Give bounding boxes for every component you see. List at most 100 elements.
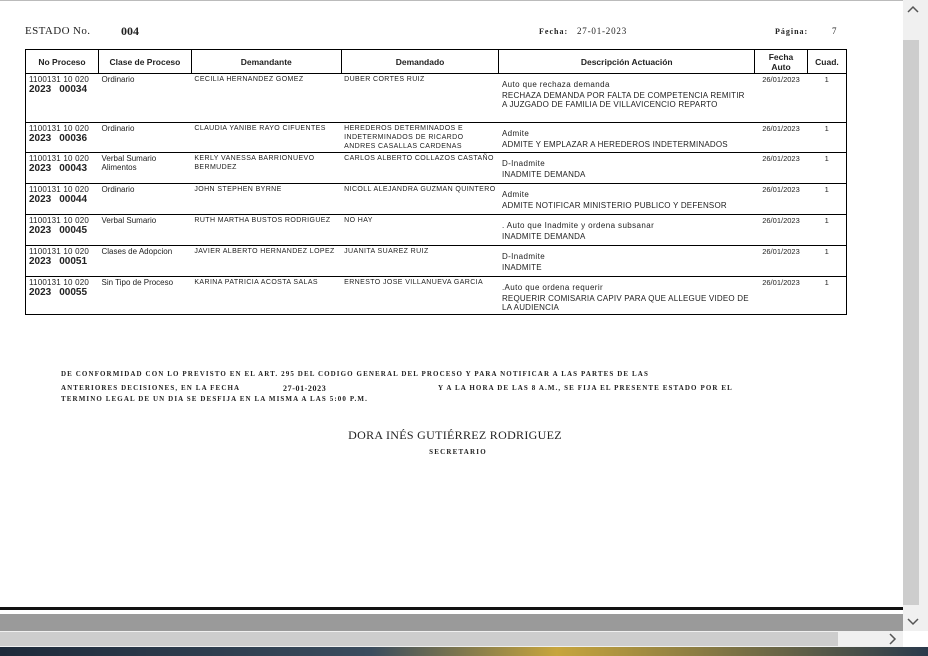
footer-line-2b: Y A LA HORA DE LAS 8 A.M., SE FIJA EL PR… xyxy=(438,384,733,392)
proceso-code: 1100131 10 020 xyxy=(29,247,90,256)
col-header-proceso: No Proceso xyxy=(25,49,99,74)
col-header-fecha-line1: Fecha xyxy=(768,51,794,62)
proceso-year: 2023 xyxy=(29,225,52,236)
cell-fecha-auto: 26/01/2023 xyxy=(754,276,808,315)
cell-cuad: 1 xyxy=(807,245,848,277)
clase-text: Ordinario xyxy=(101,124,135,133)
demandado-text: DUBER CORTES RUIZ xyxy=(344,76,425,83)
demandado-text: NICOLL ALEJANDRA GUZMAN QUINTERO xyxy=(344,186,496,193)
proceso-year: 2023 xyxy=(29,194,52,205)
demandante-text: JAVIER ALBERTO HERNANDEZ LOPEZ xyxy=(194,248,335,255)
actuacion-detail: INADMITE DEMANDA xyxy=(501,232,586,241)
taskbar-strip xyxy=(0,647,928,656)
footer-line-3: TERMINO LEGAL DE UN DIA SE DESFIJA EN LA… xyxy=(61,395,368,403)
cell-fecha-auto: 26/01/2023 xyxy=(754,183,808,215)
cell-clase: Clases de Adopcion xyxy=(98,245,192,277)
proceso-number: 2023 00034 xyxy=(29,85,95,95)
actuacion-title: Admite xyxy=(501,129,530,138)
table-row: 1100131 10 020 2023 00051 Clases de Adopcio… xyxy=(25,245,848,277)
actuacion-detail: REQUERIR COMISARIA CAPIV PARA QUE ALLEGU… xyxy=(501,294,749,312)
cell-clase: Ordinario xyxy=(98,183,192,215)
proceso-code: 1100131 10 020 xyxy=(29,154,90,163)
cell-clase: Sin Tipo de Proceso xyxy=(98,276,192,315)
cell-proceso: 1100131 10 020 2023 00045 xyxy=(25,214,99,246)
cell-fecha-auto: 26/01/2023 xyxy=(754,214,808,246)
demandante-text: KERLY VANESSA BARRIONUEVO BERMUDEZ xyxy=(194,155,315,171)
proceso-year: 2023 xyxy=(29,256,52,267)
estado-number: 004 xyxy=(121,24,139,38)
cell-descripcion: Admite ADMITE NOTIFICAR MINISTERIO PUBLIC… xyxy=(498,183,755,215)
pagina-value: 7 xyxy=(832,26,837,36)
cell-demandante: KERLY VANESSA BARRIONUEVO BERMUDEZ xyxy=(191,152,342,184)
col-header-descripcion: Descripción Actuación xyxy=(498,49,756,74)
cell-fecha-auto: 26/01/2023 xyxy=(754,245,808,277)
table-row: 1100131 10 020 2023 00044 Ordinario JOHN STE… xyxy=(25,183,848,215)
cell-clase: Ordinario xyxy=(98,73,192,123)
cell-clase: Ordinario xyxy=(98,122,192,153)
vertical-scroll-thumb[interactable] xyxy=(903,40,919,605)
demandante-text: CLAUDIA YANIBE RAYO CIFUENTES xyxy=(194,125,326,132)
cell-descripcion: . Auto que Inadmite y ordena subsanar INA… xyxy=(498,214,755,246)
col-header-cuad: Cuad. xyxy=(806,49,848,74)
proceso-number: 2023 00043 xyxy=(29,164,95,174)
cell-proceso: 1100131 10 020 2023 00051 xyxy=(25,245,99,277)
actuacion-title: Admite xyxy=(501,190,530,199)
chevron-right-icon[interactable] xyxy=(882,629,902,649)
clase-text: Sin Tipo de Proceso xyxy=(101,278,174,287)
pagina-label: Página: xyxy=(775,27,809,36)
cell-demandante: JAVIER ALBERTO HERNANDEZ LOPEZ xyxy=(191,245,342,277)
horizontal-scroll-thumb[interactable] xyxy=(0,632,838,646)
chevron-down-icon[interactable] xyxy=(903,611,923,631)
demandante-text: CECILIA HERNANDEZ GOMEZ xyxy=(194,76,304,83)
cell-fecha-auto: 26/01/2023 xyxy=(754,122,808,153)
horizontal-scrollbar[interactable] xyxy=(0,631,903,647)
demandante-text: JOHN STEPHEN BYRNE xyxy=(194,186,282,193)
table-header-row: No Proceso Clase de Proceso Demandante D… xyxy=(25,49,848,74)
cell-demandado: CARLOS ALBERTO COLLAZOS CASTAÑO xyxy=(341,152,499,184)
cell-proceso: 1100131 10 020 2023 00043 xyxy=(25,152,99,184)
cell-cuad: 1 xyxy=(807,73,848,123)
col-header-fecha-line2: Auto xyxy=(771,61,791,72)
cell-demandado: JUANITA SUAREZ RUIZ xyxy=(341,245,499,277)
cell-cuad: 1 xyxy=(807,214,848,246)
footer-line-1: DE CONFORMIDAD CON LO PREVISTO EN EL ART… xyxy=(61,370,649,378)
cell-fecha-auto: 26/01/2023 xyxy=(754,152,808,184)
table-row: 1100131 10 020 2023 00045 Verbal Sumario RUT… xyxy=(25,214,848,246)
table-row: 1100131 10 020 2023 00043 Verbal Sumario Al… xyxy=(25,152,848,184)
signer-name: DORA INÉS GUTIÉRREZ RODRIGUEZ xyxy=(348,428,562,442)
cell-proceso: 1100131 10 020 2023 00034 xyxy=(25,73,99,123)
demandante-text: KARINA PATRICIA ACOSTA SALAS xyxy=(194,279,318,286)
proceso-number: 2023 00051 xyxy=(29,256,95,267)
cell-cuad: 1 xyxy=(807,152,848,184)
col-header-clase: Clase de Proceso xyxy=(97,49,192,74)
vertical-scrollbar[interactable] xyxy=(903,0,928,631)
actuacion-detail: ADMITE NOTIFICAR MINISTERIO PUBLICO Y DE… xyxy=(501,201,727,210)
cell-demandante: CECILIA HERNANDEZ GOMEZ xyxy=(191,73,342,123)
cell-demandado: DUBER CORTES RUIZ xyxy=(341,73,499,123)
proceso-number: 2023 00055 xyxy=(29,287,95,298)
table-row: 1100131 10 020 2023 00034 Ordinario CECILIA … xyxy=(25,73,848,123)
proceso-year: 2023 xyxy=(29,287,52,298)
cell-demandante: RUTH MARTHA BUSTOS RODRIGUEZ xyxy=(191,214,342,246)
col-header-demandante: Demandante xyxy=(190,49,342,74)
demandante-text: RUTH MARTHA BUSTOS RODRIGUEZ xyxy=(194,217,331,224)
proceso-code: 1100131 10 020 xyxy=(29,124,90,133)
demandado-text: CARLOS ALBERTO COLLAZOS CASTAÑO xyxy=(344,155,494,162)
proceso-radicado: 00051 xyxy=(59,256,88,267)
cell-demandado: NO HAY xyxy=(341,214,499,246)
actuacion-title: . Auto que Inadmite y ordena subsanar xyxy=(501,221,655,230)
fecha-value: 27-01-2023 xyxy=(577,26,627,36)
clase-text: Ordinario xyxy=(101,75,135,84)
estado-label: ESTADO No. xyxy=(25,25,91,37)
cell-cuad: 1 xyxy=(807,122,848,153)
actuacion-title: .Auto que ordena requerir xyxy=(501,283,604,292)
proceso-number: 2023 00044 xyxy=(29,194,95,205)
chevron-up-icon[interactable] xyxy=(903,0,923,20)
demandado-text: JUANITA SUAREZ RUIZ xyxy=(344,248,429,255)
clase-text: Ordinario xyxy=(101,185,135,194)
actuacion-detail: INADMITE DEMANDA xyxy=(501,170,586,179)
clase-text: Verbal Sumario xyxy=(101,216,157,225)
actuacion-title: D-Inadmite xyxy=(501,252,546,261)
document-page: ESTADO No. 004 Fecha: 27-01-2023 Página:… xyxy=(0,0,903,610)
proceso-year: 2023 xyxy=(29,133,52,144)
